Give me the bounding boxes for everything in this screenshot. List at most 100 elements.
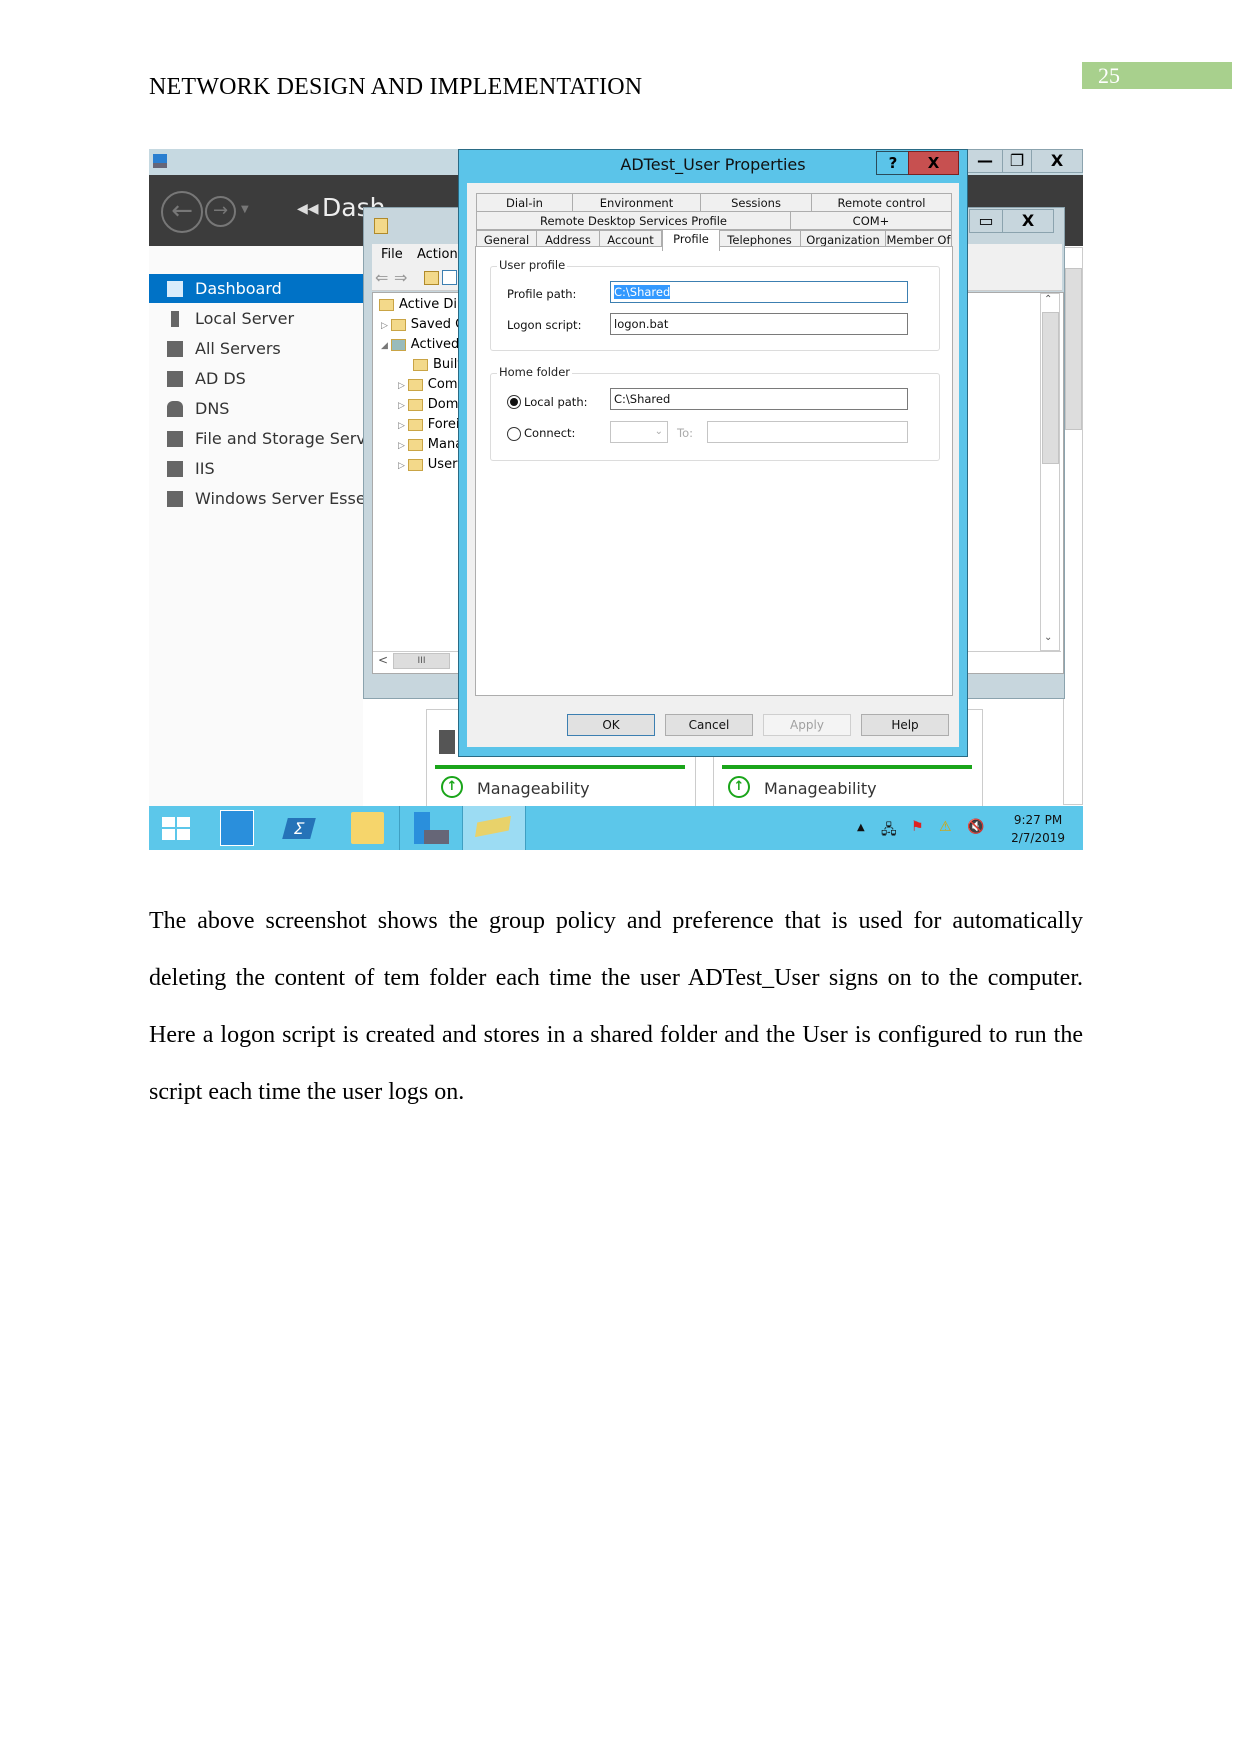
tab-profile[interactable]: Profile xyxy=(662,229,720,251)
taskbar-aduc[interactable] xyxy=(400,806,462,850)
start-button[interactable] xyxy=(157,806,201,850)
scroll-left-icon[interactable]: < xyxy=(378,653,388,667)
expand-icon[interactable]: ▷ xyxy=(398,461,408,471)
domain-icon xyxy=(390,338,406,351)
history-dropdown-icon[interactable]: ▼ xyxy=(241,204,249,215)
scroll-down-icon[interactable]: ⌄ xyxy=(1044,632,1052,643)
scroll-up-icon[interactable]: ⌃ xyxy=(1044,294,1052,305)
menu-file[interactable]: File xyxy=(381,247,403,262)
sidebar-item-dashboard[interactable]: Dashboard xyxy=(149,274,363,303)
sidebar-item-windows-server-essentials[interactable]: Windows Server Essenti xyxy=(149,484,363,513)
expand-icon[interactable]: ▷ xyxy=(398,381,408,391)
local-path-radio[interactable] xyxy=(507,395,521,409)
tree-item[interactable]: Built xyxy=(413,357,462,372)
up-folder-icon[interactable] xyxy=(424,271,439,285)
connect-drive-select[interactable]: ⌄ xyxy=(610,421,668,443)
back-button[interactable]: ← xyxy=(161,191,203,233)
menu-action[interactable]: Action xyxy=(417,247,458,262)
expand-icon[interactable]: ▷ xyxy=(398,421,408,431)
tab-remote-desktop-services-profile[interactable]: Remote Desktop Services Profile xyxy=(476,211,791,230)
manageability-status[interactable]: Manageability xyxy=(477,779,590,798)
close-button[interactable]: X xyxy=(1031,149,1083,173)
tab-sessions[interactable]: Sessions xyxy=(700,193,812,212)
sidebar-item-dns[interactable]: DNS xyxy=(149,394,363,423)
folder-icon xyxy=(407,458,423,471)
action-center-error-icon[interactable]: ⚑ xyxy=(911,819,924,835)
sidebar-item-label: Local Server xyxy=(195,309,295,328)
horizontal-scroll-thumb[interactable]: III xyxy=(393,653,450,669)
back-arrow-icon[interactable]: ⇐ xyxy=(375,268,388,287)
volume-muted-icon[interactable]: 🔇 xyxy=(967,819,984,835)
taskbar-separator xyxy=(525,806,526,850)
tree-item[interactable]: ▷ Forei xyxy=(398,417,459,432)
aduc-briefcase-icon xyxy=(424,830,449,844)
powershell-icon: Σ xyxy=(282,818,316,839)
scrollbar-thumb[interactable] xyxy=(1042,312,1059,464)
network-warning-icon[interactable]: ⚠ xyxy=(939,819,952,835)
dns-icon xyxy=(167,401,183,417)
tree-item[interactable]: ▷ Saved C xyxy=(381,317,464,332)
page-number: 25 xyxy=(1082,62,1232,89)
dashboard-scrollbar[interactable] xyxy=(1063,247,1083,805)
tree-item[interactable]: Active Dire xyxy=(379,297,470,312)
chevron-down-icon: ⌄ xyxy=(654,426,663,437)
tab-dial-in[interactable]: Dial-in xyxy=(476,193,573,212)
taskbar-ad-tool[interactable] xyxy=(463,806,525,850)
tab-remote-control[interactable]: Remote control xyxy=(811,193,952,212)
cancel-button[interactable]: Cancel xyxy=(665,714,753,736)
tree-item[interactable]: ▷ Mana xyxy=(398,437,463,452)
forward-button[interactable]: → xyxy=(205,196,236,227)
taskbar-server-manager[interactable] xyxy=(215,806,259,850)
status-bar xyxy=(435,765,685,769)
tree-item[interactable]: ▷ Dom xyxy=(398,397,458,412)
sidebar-item-label: Windows Server Essenti xyxy=(195,489,363,508)
user-profile-group: User profile Profile path: C:\Shared Log… xyxy=(490,258,940,351)
help-button[interactable]: ? xyxy=(876,151,910,175)
apply-button[interactable]: Apply xyxy=(763,714,851,736)
role-icon xyxy=(439,730,455,754)
sidebar-item-all-servers[interactable]: All Servers xyxy=(149,334,363,363)
taskbar-file-explorer[interactable] xyxy=(345,806,389,850)
tab-environment[interactable]: Environment xyxy=(572,193,701,212)
profile-path-input[interactable]: C:\Shared xyxy=(610,281,908,303)
folder-icon xyxy=(413,358,428,371)
sidebar-item-file-storage[interactable]: File and Storage Service xyxy=(149,424,363,453)
sidebar-item-ad-ds[interactable]: AD DS xyxy=(149,364,363,393)
clock[interactable]: 9:27 PM 2/7/2019 xyxy=(1011,811,1065,847)
sidebar-item-label: Dashboard xyxy=(195,279,282,298)
to-path-input[interactable] xyxy=(707,421,908,443)
show-hide-console-tree-icon[interactable] xyxy=(442,270,457,285)
profile-tab-panel: Profile User profile Profile path: C:\Sh… xyxy=(475,229,953,696)
sidebar-item-local-server[interactable]: Local Server xyxy=(149,304,363,333)
minimize-button[interactable]: — xyxy=(967,149,1003,173)
maximize-button[interactable]: ▭ xyxy=(969,209,1003,233)
expand-icon[interactable]: ▷ xyxy=(398,401,408,411)
manageability-status[interactable]: Manageability xyxy=(764,779,877,798)
restore-button[interactable]: ❐ xyxy=(1002,149,1032,173)
close-button[interactable]: X xyxy=(1002,209,1054,233)
expand-icon[interactable]: ▷ xyxy=(381,321,391,331)
connect-radio[interactable] xyxy=(507,427,521,441)
dialog-close-button[interactable]: X xyxy=(908,151,959,175)
tree-item[interactable]: ▷ Users xyxy=(398,457,464,472)
ok-button[interactable]: OK xyxy=(567,714,655,736)
sidebar-item-label: DNS xyxy=(195,399,230,418)
collapse-icon[interactable]: ◢ xyxy=(381,341,391,351)
home-folder-group-label: Home folder xyxy=(497,365,572,379)
sidebar-item-iis[interactable]: IIS xyxy=(149,454,363,483)
running-header: NETWORK DESIGN AND IMPLEMENTATION xyxy=(149,74,643,100)
network-icon[interactable]: 🖧 xyxy=(881,819,897,843)
show-hidden-icons-button[interactable]: ▲ xyxy=(857,822,865,833)
expand-icon[interactable]: ▷ xyxy=(398,441,408,451)
details-scrollbar[interactable]: ⌃ ⌄ xyxy=(1040,293,1060,651)
local-path-input[interactable]: C:\Shared xyxy=(610,388,908,410)
logon-script-input[interactable]: logon.bat xyxy=(610,313,908,335)
help-dialog-button[interactable]: Help xyxy=(861,714,949,736)
forward-arrow-icon[interactable]: ⇒ xyxy=(394,268,407,287)
taskbar-powershell[interactable]: Σ xyxy=(277,806,321,850)
tree-item[interactable]: ◢ Actived xyxy=(381,337,459,352)
scrollbar-thumb[interactable] xyxy=(1065,268,1082,430)
double-chevron-left-icon: ◀◀ xyxy=(297,201,319,217)
tree-item[interactable]: ▷ Com xyxy=(398,377,458,392)
tab-com-plus[interactable]: COM+ xyxy=(790,211,952,230)
